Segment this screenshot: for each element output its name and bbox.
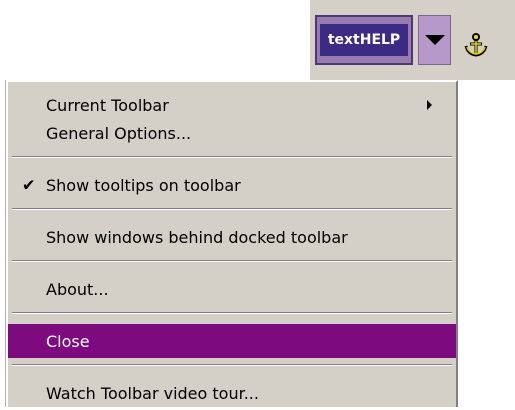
- dock-toolbar-button[interactable]: [460, 30, 492, 60]
- texthelp-logo-button[interactable]: textHELP: [315, 15, 413, 65]
- menu-item-label: Show windows behind docked toolbar: [46, 227, 348, 247]
- menu-item-about[interactable]: About...: [8, 272, 456, 306]
- menu-item-close[interactable]: Close: [8, 324, 456, 358]
- texthelp-logo: textHELP: [320, 24, 408, 56]
- menu-item-label: About...: [46, 279, 109, 299]
- menu-item-label: Current Toolbar: [46, 95, 169, 115]
- anchor-icon: [464, 33, 488, 57]
- menu-item-video-tour[interactable]: Watch Toolbar video tour...: [8, 376, 456, 410]
- toolbar-menu-dropdown-button[interactable]: [418, 15, 451, 65]
- menu-separator: [12, 208, 452, 210]
- texthelp-toolbar: textHELP: [310, 0, 515, 80]
- menu-item-show-tooltips[interactable]: ✔ Show tooltips on toolbar: [8, 168, 456, 202]
- menu-item-label: Close: [46, 331, 90, 351]
- checkmark-icon: ✔: [22, 175, 36, 195]
- menu-separator: [12, 260, 452, 262]
- menu-separator: [12, 156, 452, 158]
- toolbar-context-menu: Current Toolbar General Options... ✔ Sho…: [6, 80, 458, 407]
- chevron-down-icon: [424, 35, 445, 45]
- menu-item-general-options[interactable]: General Options...: [8, 116, 456, 150]
- menu-separator: [12, 364, 452, 366]
- submenu-arrow-icon: [427, 100, 432, 110]
- menu-item-label: General Options...: [46, 123, 192, 143]
- menu-item-label: Show tooltips on toolbar: [46, 175, 241, 195]
- menu-item-label: Watch Toolbar video tour...: [46, 383, 259, 403]
- menu-separator: [12, 312, 452, 314]
- menu-item-show-windows-behind[interactable]: Show windows behind docked toolbar: [8, 220, 456, 254]
